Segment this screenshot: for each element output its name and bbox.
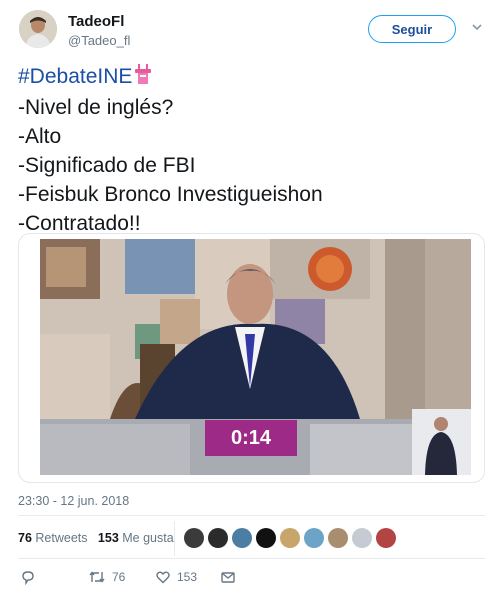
author-avatar[interactable]	[19, 10, 57, 48]
reply-icon	[22, 571, 34, 585]
hashtag-link[interactable]: #DebateINE	[18, 65, 132, 88]
engagement-stats: 76 Retweets 153 Me gusta	[18, 531, 174, 545]
liker-avatar[interactable]	[328, 528, 348, 548]
tweet-line: -Nivel de inglés?	[18, 96, 174, 119]
liker-avatar[interactable]	[208, 528, 228, 548]
author-name[interactable]: TadeoFl	[68, 13, 124, 30]
liker-avatar[interactable]	[184, 528, 204, 548]
liker-avatar[interactable]	[280, 528, 300, 548]
reply-button[interactable]	[20, 569, 36, 585]
direct-message-button[interactable]	[220, 569, 236, 585]
retweet-count: 76	[112, 570, 126, 584]
liker-avatar[interactable]	[232, 528, 252, 548]
follow-button[interactable]: Seguir	[368, 15, 456, 43]
likes-stat[interactable]: 153 Me gusta	[98, 531, 174, 545]
media-card[interactable]: 0:14	[18, 233, 485, 483]
like-count: 153	[177, 570, 198, 584]
liker-avatar[interactable]	[256, 528, 276, 548]
tweet-line: -Feisbuk Bronco Investigueishon	[18, 183, 323, 206]
tweet-timestamp[interactable]: 23:30 - 12 jun. 2018	[18, 494, 129, 508]
divider	[174, 521, 175, 556]
envelope-icon	[221, 572, 235, 583]
chevron-down-icon[interactable]	[470, 20, 484, 34]
retweet-button[interactable]: 76	[88, 569, 125, 585]
divider	[18, 515, 485, 516]
author-handle[interactable]: @Tadeo_fl	[68, 33, 130, 48]
video-timer: 0:14	[205, 420, 297, 456]
podium-emoji-icon	[134, 63, 152, 93]
liker-avatar[interactable]	[352, 528, 372, 548]
retweets-stat[interactable]: 76 Retweets	[18, 531, 88, 545]
divider	[18, 558, 485, 559]
tweet-text: #DebateINE -Nivel de inglés? -Alto -Sign…	[18, 62, 323, 238]
liker-avatar[interactable]	[376, 528, 396, 548]
heart-icon	[156, 571, 170, 584]
tweet-line: -Significado de FBI	[18, 154, 196, 177]
liker-avatar[interactable]	[304, 528, 324, 548]
retweet-icon	[89, 571, 105, 583]
like-button[interactable]: 153	[155, 569, 197, 585]
tweet-line: -Alto	[18, 125, 62, 148]
